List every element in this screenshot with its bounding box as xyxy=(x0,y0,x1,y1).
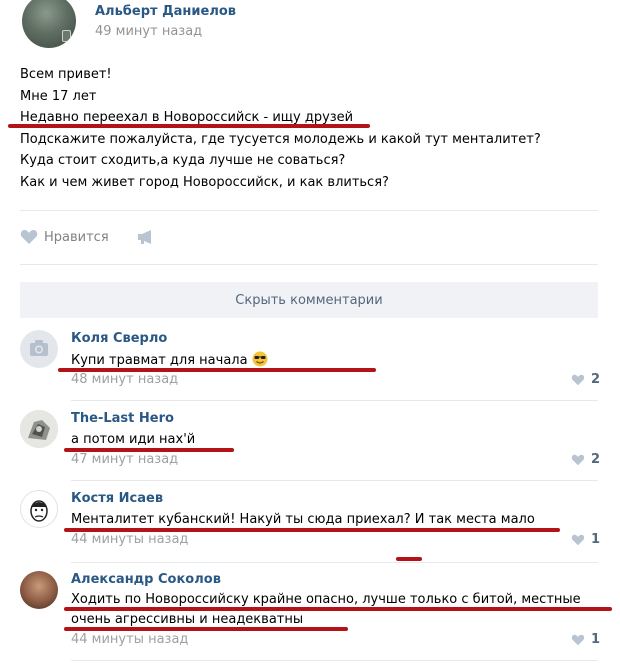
comment-like-button[interactable]: 2 xyxy=(571,372,600,387)
divider xyxy=(20,210,598,211)
divider xyxy=(20,264,598,265)
comment-author[interactable]: Костя Исаев xyxy=(71,491,163,506)
comment-like-button[interactable]: 2 xyxy=(571,452,600,467)
comment-text: Купи травмат для начала xyxy=(71,351,268,368)
comment-time[interactable]: 47 минут назад xyxy=(71,452,178,467)
comment-text: а потом иди нах'й xyxy=(71,432,196,447)
like-button[interactable]: Нравится xyxy=(20,229,109,245)
like-label: Нравится xyxy=(44,229,109,245)
hero-avatar-icon xyxy=(20,410,58,448)
post-line: Недавно переехал в Новороссийск - ищу др… xyxy=(20,110,354,125)
comment-text: очень агрессивны и неадекватны xyxy=(71,612,304,627)
like-count: 1 xyxy=(590,532,600,547)
emoji-sunglasses-icon xyxy=(252,351,268,367)
heart-icon xyxy=(20,230,38,244)
comment-time[interactable]: 44 минуты назад xyxy=(71,532,188,547)
comment-avatar[interactable] xyxy=(20,490,58,528)
divider xyxy=(71,400,598,401)
heart-icon xyxy=(571,534,585,545)
heart-icon xyxy=(571,634,585,645)
comment-author[interactable]: The-Last Hero xyxy=(71,411,174,426)
author-avatar[interactable] xyxy=(22,0,76,48)
comment-like-button[interactable]: 1 xyxy=(571,532,600,547)
post-author[interactable]: Альберт Даниелов xyxy=(95,4,236,19)
comment-time[interactable]: 48 минут назад xyxy=(71,372,178,387)
camera-icon xyxy=(30,340,48,356)
post-time[interactable]: 49 минут назад xyxy=(95,24,202,39)
comment-avatar[interactable] xyxy=(20,571,58,609)
heart-icon xyxy=(571,374,585,385)
highlight-mark xyxy=(396,557,422,561)
like-count: 2 xyxy=(590,372,600,387)
divider xyxy=(71,480,598,481)
post-line: Мне 17 лет xyxy=(20,89,97,104)
comment-author[interactable]: Александр Соколов xyxy=(71,572,221,587)
comment-text: Менталитет кубанский! Накуй ты сюда прие… xyxy=(71,512,535,527)
divider xyxy=(71,660,598,661)
post-line: Подскажите пожалуйста, где тусуется моло… xyxy=(20,132,541,147)
cartoon-face-icon xyxy=(30,500,48,522)
comment-text: Ходить по Новороссийску крайне опасно, л… xyxy=(71,592,581,607)
comment-like-button[interactable]: 1 xyxy=(571,632,600,647)
post-line: Как и чем живет город Новороссийск, и ка… xyxy=(20,175,389,190)
like-count: 2 xyxy=(590,452,600,467)
mobile-icon xyxy=(62,30,71,42)
highlight-underline xyxy=(64,607,612,611)
comment-time[interactable]: 44 минуты назад xyxy=(71,632,188,647)
post-line: Куда стоит сходить,а куда лучше не соват… xyxy=(20,153,346,168)
comment-text-value: Купи травмат для начала xyxy=(71,353,248,368)
like-count: 1 xyxy=(590,632,600,647)
comment-avatar[interactable] xyxy=(20,330,58,368)
divider xyxy=(71,562,598,563)
comment-avatar[interactable] xyxy=(20,410,58,448)
megaphone-icon[interactable] xyxy=(136,229,156,245)
highlight-underline xyxy=(8,124,370,128)
comment-author[interactable]: Коля Сверло xyxy=(71,331,167,346)
highlight-underline xyxy=(64,627,348,631)
heart-icon xyxy=(571,454,585,465)
hide-comments-button[interactable]: Скрыть комментарии xyxy=(20,282,598,318)
post-line: Всем привет! xyxy=(20,67,112,82)
